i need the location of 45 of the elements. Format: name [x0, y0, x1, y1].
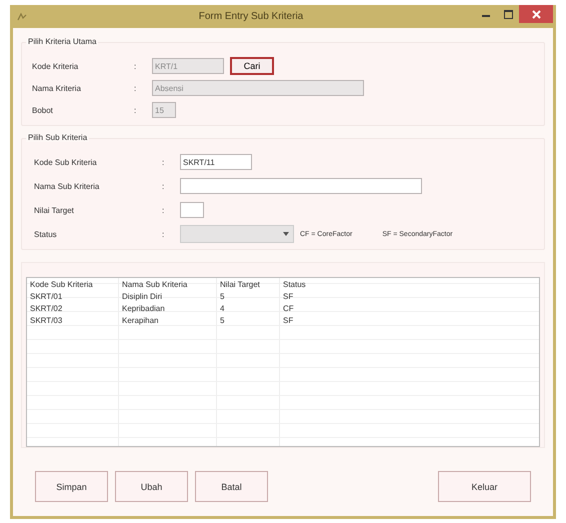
action-button[interactable]: Batal — [195, 471, 268, 502]
group-title: Pilih Sub Kriteria — [26, 133, 90, 142]
table-cell-text: 5 — [219, 314, 226, 326]
caret-icon — [283, 232, 289, 236]
table-cell-text: 5 — [219, 290, 226, 302]
exit-button[interactable]: Keluar — [438, 471, 531, 502]
column-header[interactable]: Nilai Target — [217, 278, 280, 290]
colon-separator: : — [134, 62, 138, 70]
field-label: Nama Sub Kriteria — [34, 182, 100, 190]
table-cell-text: Kerapihan — [121, 314, 160, 326]
app-icon — [17, 12, 27, 22]
table-cell-text: SF — [282, 314, 294, 326]
colon-separator: : — [134, 84, 138, 92]
colon-separator: : — [162, 206, 166, 214]
window-title: Form Entry Sub Kriteria — [198, 11, 304, 22]
colon-separator: : — [162, 158, 166, 166]
table-cell-text: SF — [282, 290, 294, 302]
action-button[interactable]: Simpan — [35, 471, 108, 502]
field-label: Bobot — [32, 106, 54, 114]
group-title: Pilih Kriteria Utama — [26, 37, 98, 46]
table-cell-text: 4 — [219, 302, 226, 314]
table-cell-text: SKRT/03 — [29, 314, 64, 326]
close-icon — [532, 10, 540, 18]
action-button[interactable]: Ubah — [115, 471, 188, 502]
input-field[interactable] — [180, 202, 204, 218]
field-label: Kode Kriteria — [32, 62, 80, 70]
input-field[interactable]: SKRT/11 — [180, 154, 252, 170]
field-label: Kode Sub Kriteria — [34, 158, 98, 166]
close-button[interactable] — [519, 5, 553, 23]
table-cell-text: SKRT/02 — [29, 302, 64, 314]
maximize-icon — [504, 10, 512, 18]
field-label: Nama Kriteria — [32, 84, 82, 92]
field-label: Nilai Target — [34, 206, 75, 214]
field-label: Status — [34, 230, 58, 238]
colon-separator: : — [162, 230, 166, 238]
colon-separator: : — [134, 106, 138, 114]
input-field[interactable] — [180, 178, 422, 194]
colon-separator: : — [162, 182, 166, 190]
table-cell-text: SKRT/01 — [29, 290, 64, 302]
column-header[interactable]: Nama Sub Kriteria — [119, 278, 217, 290]
table-cell-text: Kepribadian — [121, 302, 166, 314]
column-header[interactable]: Kode Sub Kriteria — [27, 278, 119, 290]
table-cell-text: CF — [282, 302, 295, 314]
table-cell-text: Disiplin Diri — [121, 290, 164, 302]
column-header[interactable]: Status — [280, 278, 539, 290]
